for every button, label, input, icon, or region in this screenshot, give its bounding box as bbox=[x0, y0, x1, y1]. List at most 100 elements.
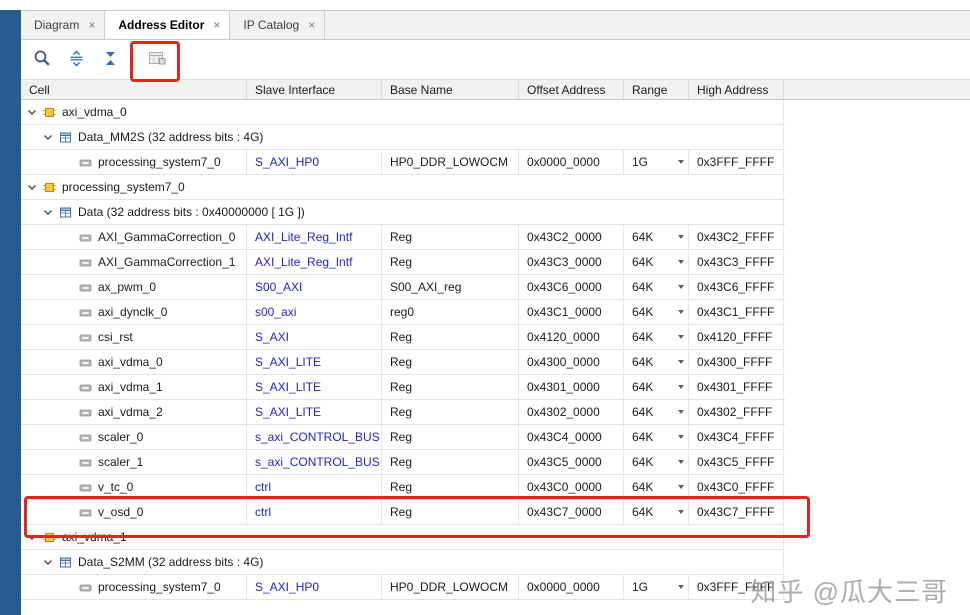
base-name-cell: Reg bbox=[382, 500, 519, 524]
range-dropdown-arrow-icon[interactable] bbox=[678, 510, 684, 514]
base-name-cell: Reg bbox=[382, 325, 519, 349]
group-label: axi_vdma_1 bbox=[62, 530, 127, 544]
table-row-scaler-0[interactable]: scaler_0 s_axi_CONTROL_BUS Reg 0x43C4_0000 6… bbox=[21, 425, 785, 450]
slave-interface-link[interactable]: S_AXI_HP0 bbox=[255, 155, 319, 169]
tab-bar: Diagram × Address Editor × IP Catalog × bbox=[21, 10, 970, 40]
slave-interface-link[interactable]: AXI_Lite_Reg_Intf bbox=[255, 255, 352, 269]
slave-interface-link[interactable]: s_axi_CONTROL_BUS bbox=[255, 430, 380, 444]
table-row-v-tc-0[interactable]: v_tc_0 ctrl Reg 0x43C0_0000 64K 0x43C0_FFFF bbox=[21, 475, 785, 500]
table-row-axi-vdma-0[interactable]: axi_vdma_0 S_AXI_LITE Reg 0x4300_0000 64K 0x4… bbox=[21, 350, 785, 375]
range-dropdown-arrow-icon[interactable] bbox=[678, 360, 684, 364]
base-name: Reg bbox=[390, 355, 413, 369]
group-label: axi_vdma_0 bbox=[62, 105, 127, 119]
cell-name-cell: axi_vdma_0 bbox=[21, 350, 247, 374]
range-dropdown-arrow-icon[interactable] bbox=[678, 260, 684, 264]
table-row-ax-pwm-0[interactable]: ax_pwm_0 S00_AXI S00_AXI_reg 0x43C6_0000 64K… bbox=[21, 275, 785, 300]
range-dropdown-arrow-icon[interactable] bbox=[678, 385, 684, 389]
offset-address: 0x43C7_0000 bbox=[527, 505, 602, 519]
chevron-down-icon[interactable] bbox=[27, 108, 37, 117]
chevron-down-icon[interactable] bbox=[43, 133, 53, 142]
collapse-all-button[interactable] bbox=[99, 49, 121, 71]
range-dropdown-arrow-icon[interactable] bbox=[678, 585, 684, 589]
table-row-csi-rst[interactable]: csi_rst S_AXI Reg 0x4120_0000 64K 0x4120_FFFF bbox=[21, 325, 785, 350]
chevron-down-icon[interactable] bbox=[27, 183, 37, 192]
range-dropdown-arrow-icon[interactable] bbox=[678, 485, 684, 489]
table-row-processing-system7-0[interactable]: processing_system7_0 S_AXI_HP0 HP0_DDR_LOW… bbox=[21, 575, 785, 600]
tab-close-icon[interactable]: × bbox=[88, 18, 95, 32]
tab-close-icon[interactable]: × bbox=[213, 18, 220, 32]
high-address-cell: 0x4302_FFFF bbox=[689, 400, 784, 424]
cell-icon bbox=[43, 181, 56, 194]
column-header-base-name[interactable]: Base Name bbox=[382, 80, 519, 99]
slave-interface-link[interactable]: S_AXI_LITE bbox=[255, 405, 321, 419]
column-header-slave-interface[interactable]: Slave Interface bbox=[247, 80, 382, 99]
slave-interface-cell: S_AXI_LITE bbox=[247, 375, 382, 399]
offset-address-cell: 0x43C4_0000 bbox=[519, 425, 624, 449]
table-row-processing-system7-0[interactable]: processing_system7_0 bbox=[21, 175, 785, 200]
column-header-high-address[interactable]: High Address bbox=[689, 80, 784, 99]
range-dropdown-arrow-icon[interactable] bbox=[678, 435, 684, 439]
chevron-down-icon[interactable] bbox=[27, 533, 37, 542]
cell-name-cell: axi_vdma_1 bbox=[21, 375, 247, 399]
assign-address-button[interactable] bbox=[146, 49, 168, 71]
high-address: 0x43C7_FFFF bbox=[697, 505, 775, 519]
high-address: 0x3FFF_FFFF bbox=[697, 155, 775, 169]
table-row-axi-dynclk-0[interactable]: axi_dynclk_0 s00_axi reg0 0x43C1_0000 64K 0x4… bbox=[21, 300, 785, 325]
table-row-scaler-1[interactable]: scaler_1 s_axi_CONTROL_BUS Reg 0x43C5_0000 6… bbox=[21, 450, 785, 475]
slave-interface-link[interactable]: S_AXI_HP0 bbox=[255, 580, 319, 594]
high-address-cell: 0x4300_FFFF bbox=[689, 350, 784, 374]
table-row-data-mm2s-32-address-bits-4g[interactable]: Data_MM2S (32 address bits : 4G) bbox=[21, 125, 785, 150]
range-dropdown-arrow-icon[interactable] bbox=[678, 335, 684, 339]
slave-interface-link[interactable]: s00_axi bbox=[255, 305, 296, 319]
table-row-axi-vdma-2[interactable]: axi_vdma_2 S_AXI_LITE Reg 0x4302_0000 64K 0x4… bbox=[21, 400, 785, 425]
table-row-axi-vdma-1[interactable]: axi_vdma_1 bbox=[21, 525, 785, 550]
cell-name: v_tc_0 bbox=[98, 480, 134, 494]
interface-pin-icon bbox=[79, 231, 92, 244]
offset-address: 0x4120_0000 bbox=[527, 330, 600, 344]
table-row-axi-vdma-0[interactable]: axi_vdma_0 bbox=[21, 100, 785, 125]
slave-interface-link[interactable]: S_AXI_LITE bbox=[255, 380, 321, 394]
toolbar-separator bbox=[133, 48, 134, 71]
slave-interface-cell: s_axi_CONTROL_BUS bbox=[247, 425, 382, 449]
tab-address-editor[interactable]: Address Editor × bbox=[105, 11, 231, 39]
base-name-cell: reg0 bbox=[382, 300, 519, 324]
table-row-data-s2mm-32-address-bits-4g[interactable]: Data_S2MM (32 address bits : 4G) bbox=[21, 550, 785, 575]
chevron-down-icon[interactable] bbox=[43, 558, 53, 567]
base-name: Reg bbox=[390, 455, 413, 469]
column-header-cell[interactable]: Cell bbox=[21, 80, 247, 99]
offset-address: 0x43C2_0000 bbox=[527, 230, 602, 244]
slave-interface-link[interactable]: AXI_Lite_Reg_Intf bbox=[255, 230, 352, 244]
column-header-range[interactable]: Range bbox=[624, 80, 689, 99]
range-dropdown-arrow-icon[interactable] bbox=[678, 460, 684, 464]
table-row-v-osd-0[interactable]: v_osd_0 ctrl Reg 0x43C7_0000 64K 0x43C7_FFFF bbox=[21, 500, 785, 525]
group-label: Data (32 address bits : 0x40000000 [ 1G … bbox=[78, 205, 305, 219]
tab-ip-catalog[interactable]: IP Catalog × bbox=[230, 11, 326, 39]
cell-name-cell: processing_system7_0 bbox=[21, 150, 247, 174]
table-row-axi-gammacorrection-1[interactable]: AXI_GammaCorrection_1 AXI_Lite_Reg_Intf Re… bbox=[21, 250, 785, 275]
range-dropdown-arrow-icon[interactable] bbox=[678, 160, 684, 164]
range-value: 64K bbox=[632, 255, 654, 269]
table-row-processing-system7-0[interactable]: processing_system7_0 S_AXI_HP0 HP0_DDR_LOW… bbox=[21, 150, 785, 175]
range-dropdown-arrow-icon[interactable] bbox=[678, 285, 684, 289]
chevron-down-icon[interactable] bbox=[43, 208, 53, 217]
table-row-data-32-address-bits-0x40000000-1g[interactable]: Data (32 address bits : 0x40000000 [ 1G … bbox=[21, 200, 785, 225]
range-dropdown-arrow-icon[interactable] bbox=[678, 235, 684, 239]
slave-interface-link[interactable]: ctrl bbox=[255, 480, 271, 494]
search-button[interactable] bbox=[31, 49, 53, 71]
range-dropdown-arrow-icon[interactable] bbox=[678, 410, 684, 414]
column-header-offset-address[interactable]: Offset Address bbox=[519, 80, 624, 99]
collapse-all-icon bbox=[103, 50, 118, 70]
range-value: 64K bbox=[632, 230, 654, 244]
expand-all-button[interactable] bbox=[65, 49, 87, 71]
slave-interface-link[interactable]: S_AXI bbox=[255, 330, 289, 344]
tab-close-icon[interactable]: × bbox=[308, 18, 315, 32]
slave-interface-link[interactable]: s_axi_CONTROL_BUS bbox=[255, 455, 380, 469]
table-row-axi-gammacorrection-0[interactable]: AXI_GammaCorrection_0 AXI_Lite_Reg_Intf Re… bbox=[21, 225, 785, 250]
slave-interface-link[interactable]: S00_AXI bbox=[255, 280, 302, 294]
range-dropdown-arrow-icon[interactable] bbox=[678, 310, 684, 314]
window-left-edge-bar bbox=[0, 10, 21, 615]
tab-diagram[interactable]: Diagram × bbox=[21, 11, 106, 39]
table-row-axi-vdma-1[interactable]: axi_vdma_1 S_AXI_LITE Reg 0x4301_0000 64K 0x4… bbox=[21, 375, 785, 400]
slave-interface-link[interactable]: S_AXI_LITE bbox=[255, 355, 321, 369]
slave-interface-link[interactable]: ctrl bbox=[255, 505, 271, 519]
